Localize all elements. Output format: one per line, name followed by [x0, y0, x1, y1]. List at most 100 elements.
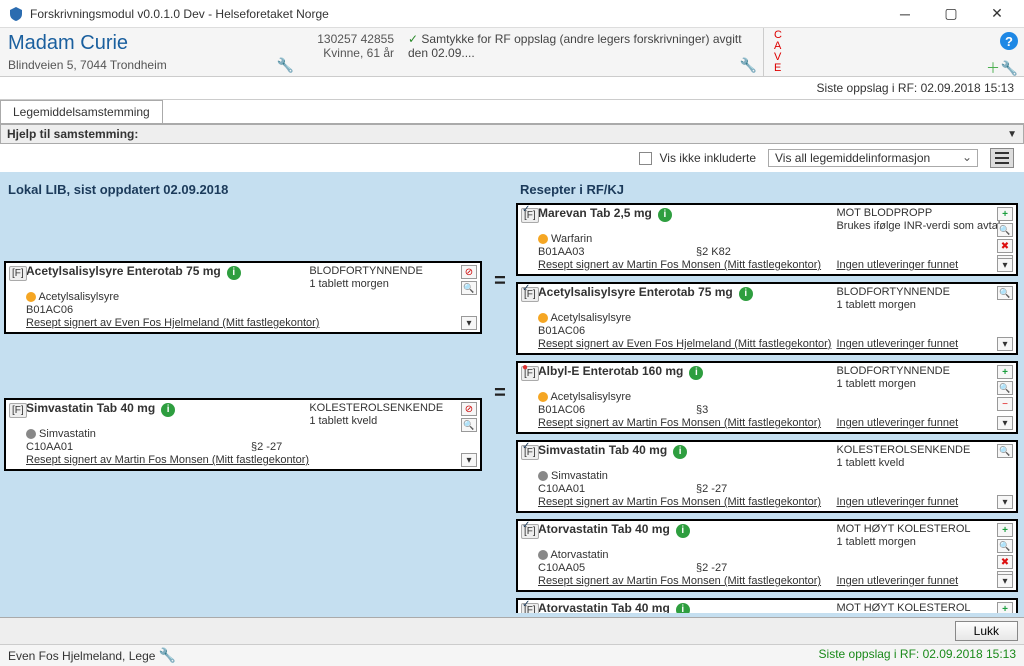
- signer: Resept signert av Martin Fos Monsen (Mit…: [538, 417, 836, 430]
- expand-button[interactable]: ▾: [461, 316, 477, 330]
- indication: KOLESTEROLSENKENDE: [309, 402, 476, 415]
- inspect-button[interactable]: 🔍: [997, 539, 1013, 553]
- expand-button[interactable]: ▾: [461, 453, 477, 467]
- substance: Acetylsalisylsyre: [36, 291, 119, 303]
- add-button[interactable]: +: [997, 365, 1013, 379]
- wrench-icon[interactable]: 🔧: [277, 57, 294, 74]
- delete-button[interactable]: ✖: [997, 555, 1013, 569]
- signer: Resept signert av Martin Fos Monsen (Mit…: [26, 454, 476, 467]
- atc-code: C10AA01: [538, 483, 696, 496]
- utlevering: Ingen utleveringer funnet: [836, 417, 1012, 430]
- wrench-icon[interactable]: 🔧: [1001, 63, 1018, 74]
- window-maximize-button[interactable]: ▢: [928, 0, 974, 28]
- inspect-button[interactable]: 🔍: [461, 418, 477, 432]
- expand-button[interactable]: ▾: [997, 495, 1013, 509]
- info-icon[interactable]: i: [676, 603, 690, 614]
- patient-name: Madam Curie: [8, 32, 292, 55]
- medication-card[interactable]: [F]Acetylsalisylsyre Enterotab 75 mgiBLO…: [4, 261, 482, 334]
- info-icon[interactable]: i: [689, 366, 703, 380]
- add-button[interactable]: +: [997, 602, 1013, 613]
- consent-text: Samtykke for RF oppslag (andre legers fo…: [408, 32, 742, 60]
- med-name: Acetylsalisylsyre Enterotab 75 mg: [26, 265, 221, 278]
- expand-button[interactable]: ▾: [997, 416, 1013, 430]
- substance: Acetylsalisylsyre: [548, 312, 631, 324]
- substance: Simvastatin: [36, 428, 96, 440]
- rf-status-top: Siste oppslag i RF: 02.09.2018 15:13: [0, 77, 1024, 100]
- signer: Resept signert av Martin Fos Monsen (Mit…: [538, 575, 836, 588]
- no-action-icon[interactable]: ⊘: [461, 265, 477, 279]
- inspect-button[interactable]: 🔍: [997, 444, 1013, 458]
- medication-card[interactable]: [F]Simvastatin Tab 40 mgiKOLESTEROLSENKE…: [516, 440, 1018, 513]
- signer: Resept signert av Even Fos Hjelmeland (M…: [26, 317, 476, 330]
- inspect-button[interactable]: 🔍: [997, 223, 1013, 237]
- add-button[interactable]: +: [997, 523, 1013, 537]
- medication-card[interactable]: [F]Acetylsalisylsyre Enterotab 75 mgiBLO…: [516, 282, 1018, 355]
- left-column-title: Lokal LIB, sist oppdatert 02.09.2018: [4, 176, 484, 203]
- inspect-button[interactable]: 🔍: [997, 286, 1013, 300]
- help-bar[interactable]: Hjelp til samstemming: ▼: [0, 124, 1024, 144]
- info-icon[interactable]: i: [227, 266, 241, 280]
- atc-code: B01AC06: [538, 325, 696, 338]
- atc-code: B01AC06: [538, 404, 696, 417]
- show-excluded-checkbox[interactable]: Vis ikke inkluderte: [639, 151, 756, 165]
- info-icon[interactable]: i: [161, 403, 175, 417]
- window-close-button[interactable]: ✕: [974, 0, 1020, 28]
- add-icon[interactable]: ＋: [986, 63, 1000, 74]
- wrench-icon[interactable]: 🔧: [159, 647, 176, 663]
- window-minimize-button[interactable]: ─: [882, 0, 928, 28]
- info-icon[interactable]: i: [676, 524, 690, 538]
- medication-card[interactable]: [F]Atorvastatin Tab 40 mgiMOT HØYT KOLES…: [516, 598, 1018, 613]
- close-button[interactable]: Lukk: [955, 621, 1018, 641]
- check-icon: ✓: [522, 519, 530, 532]
- menu-icon[interactable]: [990, 148, 1014, 168]
- med-name: Atorvastatin Tab 40 mg: [538, 523, 670, 536]
- check-icon: ✓: [522, 440, 530, 453]
- dosage: 1 tablett kveld: [309, 415, 476, 428]
- help-label: Hjelp til samstemming:: [7, 127, 138, 141]
- expand-button[interactable]: ▾: [997, 337, 1013, 351]
- no-action-icon[interactable]: ⊘: [461, 402, 477, 416]
- info-icon[interactable]: i: [658, 208, 672, 222]
- dosage: 1 tablett kveld: [836, 457, 1012, 470]
- cave-label: CAVE: [774, 30, 1014, 74]
- medication-card[interactable]: [F]Albyl-E Enterotab 160 mgiBLODFORTYNNE…: [516, 361, 1018, 434]
- status-rf: Siste oppslag i RF: 02.09.2018 15:13: [819, 647, 1016, 664]
- expand-button[interactable]: ▾: [997, 574, 1013, 588]
- substance-dot-icon: [538, 471, 548, 481]
- med-name: Simvastatin Tab 40 mg: [26, 402, 155, 415]
- atc-code: C10AA01: [26, 441, 251, 454]
- indication: KOLESTEROLSENKENDE: [836, 444, 1012, 457]
- substance: Atorvastatin: [548, 549, 609, 561]
- utlevering: Ingen utleveringer funnet: [836, 575, 1012, 588]
- substance: Acetylsalisylsyre: [548, 391, 631, 403]
- medication-card[interactable]: [F]Marevan Tab 2,5 mgiMOT BLODPROPPBruke…: [516, 203, 1018, 276]
- patient-id: 130257 42855: [306, 32, 394, 46]
- help-icon[interactable]: ?: [1000, 32, 1018, 50]
- expand-button[interactable]: ▾: [997, 258, 1013, 272]
- patient-header: Madam Curie Blindveien 5, 7044 Trondheim…: [0, 28, 1024, 77]
- info-icon[interactable]: i: [739, 287, 753, 301]
- substance-dot-icon: [538, 313, 548, 323]
- info-icon[interactable]: i: [673, 445, 687, 459]
- remove-button[interactable]: −: [997, 397, 1013, 411]
- medication-card[interactable]: [F]Atorvastatin Tab 40 mgiMOT HØYT KOLES…: [516, 519, 1018, 592]
- window-title: Forskrivningsmodul v0.0.1.0 Dev - Helsef…: [30, 7, 329, 21]
- equals-icon: =: [488, 256, 512, 306]
- refusjon: §2 -27: [696, 483, 854, 496]
- status-user: Even Fos Hjelmeland, Lege: [8, 649, 155, 663]
- add-button[interactable]: +: [997, 207, 1013, 221]
- info-mode-select[interactable]: Vis all legemiddelinformasjon: [768, 149, 978, 167]
- indication: MOT BLODPROPP: [836, 207, 1012, 220]
- tab-legemiddelsamstemming[interactable]: Legemiddelsamstemming: [0, 100, 163, 123]
- inspect-button[interactable]: 🔍: [997, 381, 1013, 395]
- delete-button[interactable]: ✖: [997, 239, 1013, 253]
- inspect-button[interactable]: 🔍: [461, 281, 477, 295]
- medication-card[interactable]: [F]Simvastatin Tab 40 mgiKOLESTEROLSENKE…: [4, 398, 482, 471]
- filter-row: Vis ikke inkluderte Vis all legemiddelin…: [0, 144, 1024, 172]
- chevron-down-icon: ▼: [1007, 129, 1017, 140]
- wrench-icon[interactable]: 🔧: [740, 57, 757, 74]
- substance-dot-icon: [538, 550, 548, 560]
- atc-code: B01AA03: [538, 246, 696, 259]
- app-icon: [8, 6, 24, 22]
- atc-code: B01AC06: [26, 304, 251, 317]
